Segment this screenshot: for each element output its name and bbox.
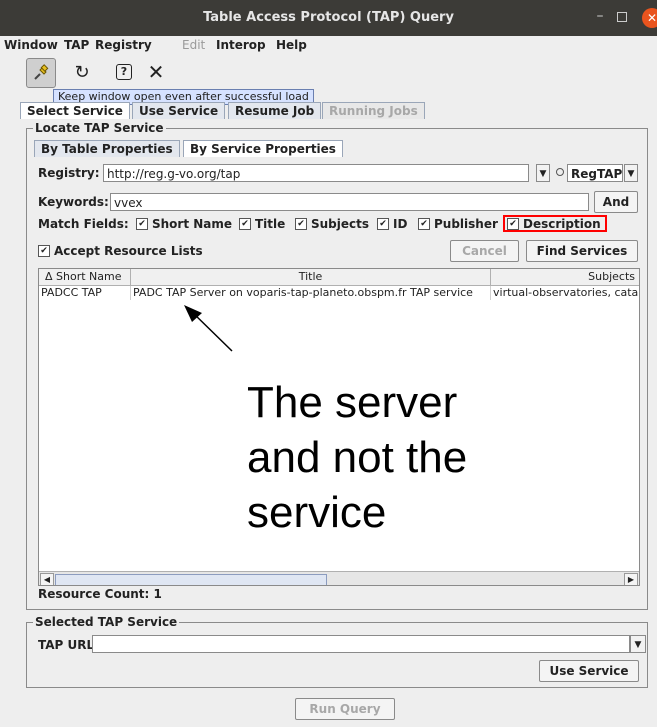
checkbox-icon: ✔ [295, 217, 307, 230]
locate-service-legend: Locate TAP Service [33, 121, 166, 135]
registry-combo[interactable]: http://reg.g-vo.org/tap [103, 164, 529, 182]
tap-url-input[interactable] [92, 635, 630, 653]
selected-service-legend: Selected TAP Service [33, 615, 180, 629]
resource-count: Resource Count: 1 [38, 587, 162, 601]
match-short-name-checkbox[interactable]: ✔ Short Name [136, 217, 232, 231]
match-title-label: Title [255, 217, 286, 231]
reload-icon: ↻ [74, 61, 90, 83]
menu-bar: Window TAP Registry Edit Interop Help [0, 36, 657, 56]
close-button[interactable]: ✕ [142, 58, 170, 86]
tap-url-dropdown-arrow[interactable]: ▼ [630, 635, 646, 653]
checkbox-icon: ✔ [136, 217, 148, 230]
accept-resource-lists-checkbox[interactable]: ✔ Accept Resource Lists [38, 244, 203, 258]
match-fields-label: Match Fields: [38, 217, 129, 231]
window-titlebar: Table Access Protocol (TAP) Query – ✕ [0, 0, 657, 36]
close-window-button[interactable]: ✕ [642, 8, 657, 28]
scroll-left-icon[interactable]: ◀ [40, 573, 54, 585]
cancel-button[interactable]: Cancel [450, 240, 519, 262]
pin-icon [34, 64, 49, 80]
find-services-button[interactable]: Find Services [526, 240, 638, 262]
match-id-checkbox[interactable]: ✔ ID [377, 217, 407, 231]
description-highlight-box [503, 215, 607, 232]
column-subjects[interactable]: Subjects [491, 269, 639, 285]
table-header: Δ Short Name Title Subjects [39, 269, 639, 286]
column-short-name[interactable]: Δ Short Name [39, 269, 131, 285]
match-short-name-label: Short Name [152, 217, 233, 231]
tab-running-jobs[interactable]: Running Jobs [322, 102, 425, 119]
scroll-right-icon[interactable]: ▶ [624, 573, 638, 585]
tab-by-table-properties[interactable]: By Table Properties [34, 140, 180, 157]
menu-tap[interactable]: TAP [64, 38, 89, 52]
regtap-combo[interactable]: RegTAP [567, 164, 623, 182]
match-id-label: ID [393, 217, 408, 231]
regtap-dropdown-arrow[interactable]: ▼ [624, 164, 638, 182]
accept-resource-lists-label: Accept Resource Lists [54, 244, 203, 258]
annotation-line-3: service [247, 488, 387, 537]
horizontal-scrollbar[interactable]: ◀ ▶ [39, 571, 639, 585]
tab-by-service-properties[interactable]: By Service Properties [183, 140, 343, 157]
checkbox-icon: ✔ [38, 244, 50, 257]
use-service-button[interactable]: Use Service [539, 660, 639, 682]
and-button[interactable]: And [594, 191, 638, 213]
help-icon: ? [116, 64, 132, 80]
match-subjects-label: Subjects [311, 217, 370, 231]
cell-subjects: virtual-observatories, cata [493, 286, 639, 299]
match-publisher-checkbox[interactable]: ✔ Publisher [418, 217, 498, 231]
tab-use-service[interactable]: Use Service [132, 102, 226, 119]
maximize-button[interactable] [617, 12, 627, 22]
run-query-button[interactable]: Run Query [295, 698, 395, 720]
tab-resume-job[interactable]: Resume Job [228, 102, 322, 119]
cell-short-name: PADCC TAP [39, 286, 131, 300]
checkbox-icon: ✔ [418, 217, 430, 230]
toolbar: ↻ ? ✕ [0, 56, 657, 90]
annotation-arrow-icon [184, 305, 233, 352]
minimize-button[interactable]: – [592, 9, 608, 25]
window-title: Table Access Protocol (TAP) Query [203, 10, 454, 25]
help-button[interactable]: ? [110, 58, 138, 86]
menu-registry[interactable]: Registry [95, 38, 152, 52]
cell-title: PADC TAP Server on voparis-tap-planeto.o… [131, 286, 491, 300]
annotation-line-2: and not the [247, 433, 468, 482]
reload-button[interactable]: ↻ [68, 58, 96, 86]
registry-dropdown-arrow[interactable]: ▼ [536, 164, 550, 182]
menu-help[interactable]: Help [276, 38, 307, 52]
menu-interop[interactable]: Interop [216, 38, 266, 52]
tab-select-service[interactable]: Select Service [20, 102, 130, 119]
annotation-text: The server and not the service [247, 375, 467, 540]
tap-url-label: TAP URL: [38, 638, 99, 652]
column-title[interactable]: Title [131, 269, 491, 285]
menu-edit[interactable]: Edit [182, 38, 205, 52]
registry-label: Registry: [38, 166, 100, 180]
checkbox-icon: ✔ [239, 217, 251, 230]
checkbox-icon: ✔ [377, 217, 389, 230]
match-subjects-checkbox[interactable]: ✔ Subjects [295, 217, 369, 231]
regtap-radio[interactable] [556, 168, 564, 176]
match-publisher-label: Publisher [434, 217, 498, 231]
match-title-checkbox[interactable]: ✔ Title [239, 217, 285, 231]
menu-window[interactable]: Window [4, 38, 58, 52]
table-row[interactable]: PADCC TAP PADC TAP Server on voparis-tap… [39, 286, 639, 300]
close-icon: ✕ [147, 60, 165, 84]
keywords-label: Keywords: [38, 195, 109, 209]
scroll-thumb[interactable] [55, 574, 327, 585]
annotation-line-1: The server [247, 378, 458, 427]
keywords-input[interactable]: vvex [110, 193, 589, 211]
pin-button[interactable] [26, 58, 56, 88]
